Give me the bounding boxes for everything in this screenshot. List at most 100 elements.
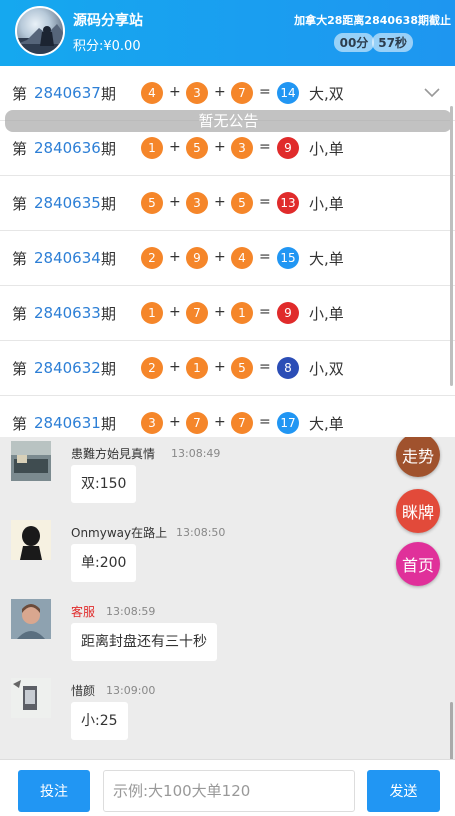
issue-number: 2840632 (34, 359, 101, 377)
chat-bubble: 距离封盘还有三十秒 (71, 623, 217, 661)
equals-sign: = (259, 414, 271, 430)
number-ball: 1 (186, 357, 208, 379)
chat-username: 患難方始見真情 (71, 447, 156, 461)
number-ball: 7 (231, 412, 253, 434)
countdown-timer: 00分 57秒 (333, 33, 413, 52)
chat-timestamp: 13:09:00 (106, 684, 156, 697)
chat-username: Onmyway在路上 (71, 526, 168, 540)
issue-number: 2840634 (34, 249, 101, 267)
number-ball: 7 (186, 302, 208, 324)
sum-ball: 9 (277, 137, 299, 159)
number-ball: 4 (231, 247, 253, 269)
issue-suffix: 期 (101, 84, 117, 103)
plus-sign: + (214, 249, 226, 265)
sum-ball: 17 (277, 412, 299, 434)
sum-ball: 8 (277, 357, 299, 379)
result-row: 第 2840632 期 2 1 5 + + = 8 小,双 (0, 341, 455, 396)
number-ball: 3 (231, 137, 253, 159)
issue-prefix: 第 (12, 84, 28, 103)
issue-prefix: 第 (12, 139, 28, 158)
number-ball: 3 (186, 82, 208, 104)
results-scrollbar[interactable] (450, 106, 453, 386)
avatar-image (17, 24, 63, 54)
plus-sign: + (169, 414, 181, 430)
issue-number: 2840636 (34, 139, 101, 157)
chat-bubble: 小:25 (71, 702, 128, 740)
equals-sign: = (259, 249, 271, 265)
service-avatar-image[interactable] (11, 599, 51, 639)
points-balance: 积分:¥0.00 (73, 39, 141, 54)
result-row: 第 2840635 期 5 3 5 + + = 13 小,单 (0, 176, 455, 231)
chat-area[interactable]: 患難方始見真情 13:08:49 双:150 Onmyway在路上 13:08:… (0, 437, 455, 759)
equals-sign: = (259, 194, 271, 210)
number-ball: 5 (186, 137, 208, 159)
header-bar: 源码分享站 积分:¥0.00 加拿大28距离2840638期截止 00分 57秒 (0, 0, 455, 66)
number-ball: 3 (141, 412, 163, 434)
issue-prefix: 第 (12, 414, 28, 433)
result-label: 小,单 (309, 304, 344, 323)
issue-prefix: 第 (12, 359, 28, 378)
user-avatar-image[interactable] (11, 441, 51, 481)
countdown-label: 加拿大28距离2840638期截止 (294, 14, 451, 27)
plus-sign: + (214, 304, 226, 320)
issue-suffix: 期 (101, 359, 117, 378)
results-list[interactable]: 第 2840637 期 4 3 7 + + = 14 大,双第 2840636 期 1 5 3 + + = 9 小,单第… (0, 66, 455, 437)
result-label: 小,单 (309, 194, 344, 213)
input-footer: 投注 发送 (0, 759, 455, 816)
notice-banner: 暂无公告 (5, 110, 452, 132)
issue-prefix: 第 (12, 304, 28, 323)
number-ball: 5 (141, 192, 163, 214)
equals-sign: = (259, 139, 271, 155)
send-button[interactable]: 发送 (367, 770, 440, 812)
number-ball: 2 (141, 247, 163, 269)
number-ball: 7 (231, 82, 253, 104)
equals-sign: = (259, 359, 271, 375)
number-ball: 1 (231, 302, 253, 324)
result-label: 大,单 (309, 249, 344, 268)
sum-ball: 13 (277, 192, 299, 214)
bet-button[interactable]: 投注 (18, 770, 90, 812)
number-ball: 1 (141, 302, 163, 324)
issue-suffix: 期 (101, 249, 117, 268)
chat-scrollbar[interactable] (450, 702, 453, 759)
number-ball: 7 (186, 412, 208, 434)
chat-timestamp: 13:08:59 (106, 605, 156, 618)
issue-suffix: 期 (101, 139, 117, 158)
issue-prefix: 第 (12, 194, 28, 213)
chevron-down-icon[interactable] (423, 84, 441, 102)
issue-suffix: 期 (101, 304, 117, 323)
plus-sign: + (169, 194, 181, 210)
bet-input[interactable] (103, 770, 355, 812)
plus-sign: + (214, 139, 226, 155)
equals-sign: = (259, 304, 271, 320)
result-row: 第 2840634 期 2 9 4 + + = 15 大,单 (0, 231, 455, 286)
result-label: 大,双 (309, 84, 344, 103)
issue-number: 2840631 (34, 414, 101, 432)
issue-number: 2840633 (34, 304, 101, 322)
user-avatar[interactable] (15, 6, 65, 56)
chat-username: 客服 (71, 605, 96, 619)
chat-bubble: 双:150 (71, 465, 137, 503)
plus-sign: + (169, 304, 181, 320)
number-ball: 3 (186, 192, 208, 214)
result-label: 小,单 (309, 139, 344, 158)
chat-timestamp: 13:08:49 (171, 447, 221, 460)
sum-ball: 14 (277, 82, 299, 104)
countdown-seconds: 57秒 (372, 33, 413, 52)
plus-sign: + (169, 84, 181, 100)
user-avatar-image[interactable] (11, 520, 51, 560)
result-label: 小,双 (309, 359, 344, 378)
trend-button[interactable]: 走势 (396, 437, 440, 477)
issue-prefix: 第 (12, 249, 28, 268)
home-button[interactable]: 首页 (396, 542, 440, 586)
squeeze-card-button[interactable]: 眯牌 (396, 489, 440, 533)
issue-suffix: 期 (101, 194, 117, 213)
plus-sign: + (169, 139, 181, 155)
plus-sign: + (169, 249, 181, 265)
sum-ball: 15 (277, 247, 299, 269)
chat-username: 惜颜 (71, 684, 96, 698)
plus-sign: + (214, 359, 226, 375)
plus-sign: + (214, 414, 226, 430)
sum-ball: 9 (277, 302, 299, 324)
user-avatar-image[interactable] (11, 678, 51, 718)
